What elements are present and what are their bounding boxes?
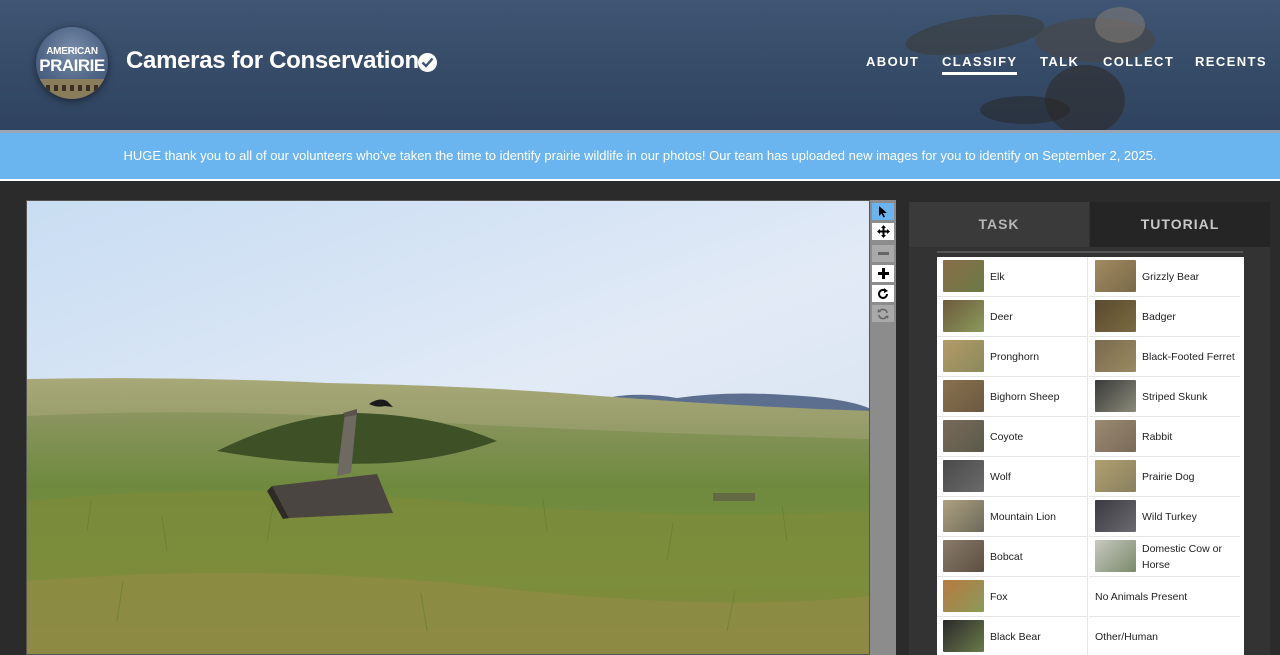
zoom-in-icon[interactable] (872, 265, 894, 282)
choice-black-footed-ferret[interactable]: Black-Footed Ferret (1089, 337, 1240, 377)
choice-striped-skunk[interactable]: Striped Skunk (1089, 377, 1240, 417)
choice-mountain-lion[interactable]: Mountain Lion (937, 497, 1088, 537)
choice-thumbnail (943, 500, 984, 532)
choice-thumbnail (1095, 420, 1136, 452)
choice-thumbnail (943, 380, 984, 412)
choice-thumbnail (1095, 300, 1136, 332)
choice-label: Mountain Lion (990, 511, 1056, 523)
choice-deer[interactable]: Deer (937, 297, 1088, 337)
choice-grizzly-bear[interactable]: Grizzly Bear (1089, 257, 1240, 297)
choice-other-human[interactable]: Other/Human (1089, 617, 1240, 655)
choice-thumbnail (1095, 460, 1136, 492)
site-logo[interactable]: AMERICAN PRAIRIE (36, 27, 108, 99)
choice-thumbnail (943, 340, 984, 372)
choice-thumbnail (1095, 260, 1136, 292)
choice-rabbit[interactable]: Rabbit (1089, 417, 1240, 457)
logo-bison-herd (46, 85, 98, 91)
tab-tutorial[interactable]: TUTORIAL (1090, 202, 1270, 247)
choice-thumbnail (943, 580, 984, 612)
nav-collect[interactable]: COLLECT (1103, 54, 1174, 69)
choice-domestic-cow-or-horse[interactable]: Domestic Cow or Horse (1089, 537, 1240, 577)
panel-divider (937, 251, 1243, 253)
choice-thumbnail (1095, 540, 1136, 572)
choice-label: Grizzly Bear (1142, 271, 1200, 283)
nav-classify[interactable]: CLASSIFY (942, 54, 1018, 75)
choice-black-bear[interactable]: Black Bear (937, 617, 1088, 655)
choice-coyote[interactable]: Coyote (937, 417, 1088, 457)
check-circle-icon (418, 53, 437, 72)
rotate-icon[interactable] (872, 285, 894, 302)
choice-thumbnail (943, 620, 984, 652)
choice-label: No Animals Present (1095, 591, 1188, 603)
species-choice-grid: Elk Grizzly Bear Deer Badger Pronghorn Black-… (937, 257, 1244, 655)
choice-badger[interactable]: Badger (1089, 297, 1240, 337)
choice-label: Badger (1142, 311, 1176, 323)
choice-elk[interactable]: Elk (937, 257, 1088, 297)
choice-fox[interactable]: Fox (937, 577, 1088, 617)
choice-label: Domestic Cow or Horse (1142, 543, 1222, 571)
tab-task[interactable]: TASK (909, 202, 1089, 247)
prairie-scene (27, 378, 869, 654)
choice-wild-turkey[interactable]: Wild Turkey (1089, 497, 1240, 537)
choice-thumbnail (943, 460, 984, 492)
announcement-border (0, 179, 1280, 181)
choice-label: Bobcat (990, 551, 1023, 563)
announcement-banner: HUGE thank you to all of our volunteers … (0, 133, 1280, 179)
choice-bobcat[interactable]: Bobcat (937, 537, 1088, 577)
choice-label: Black-Footed Ferret (1142, 351, 1235, 363)
choice-thumbnail (943, 420, 984, 452)
choice-label: Coyote (990, 431, 1024, 443)
zoom-out-icon[interactable] (872, 245, 894, 262)
logo-text-main: PRAIRIE (39, 56, 105, 75)
choice-wolf[interactable]: Wolf (937, 457, 1088, 497)
choice-no-animals-present[interactable]: No Animals Present (1089, 577, 1240, 617)
choice-thumbnail (1095, 340, 1136, 372)
choice-thumbnail (1095, 380, 1136, 412)
choice-prairie-dog[interactable]: Prairie Dog (1089, 457, 1240, 497)
choice-bighorn-sheep[interactable]: Bighorn Sheep (937, 377, 1088, 417)
choice-label: Bighorn Sheep (990, 391, 1060, 403)
choice-label: Other/Human (1095, 631, 1159, 643)
nav-recents[interactable]: RECENTS (1195, 54, 1267, 69)
choice-label: Prairie Dog (1142, 471, 1195, 483)
nav-talk[interactable]: TALK (1040, 54, 1079, 69)
choice-label: Elk (990, 271, 1005, 283)
choice-thumbnail (1095, 500, 1136, 532)
task-panel: TASK TUTORIAL Elk Grizzly Bear Deer Badger P… (909, 202, 1270, 655)
choice-label: Wolf (990, 471, 1011, 483)
choice-label: Black Bear (990, 631, 1041, 643)
choice-label: Pronghorn (990, 351, 1040, 363)
choice-thumbnail (943, 540, 984, 572)
subject-image[interactable] (26, 200, 870, 655)
viewer-toolbar (870, 200, 896, 655)
nav-about[interactable]: ABOUT (866, 54, 919, 69)
choice-label: Wild Turkey (1142, 511, 1197, 523)
project-title[interactable]: Cameras for Conservation (126, 47, 419, 75)
reset-icon[interactable] (872, 305, 894, 322)
choice-label: Deer (990, 311, 1013, 323)
choice-thumbnail (943, 260, 984, 292)
site-header: AMERICAN PRAIRIE Cameras for Conservatio… (0, 0, 1280, 130)
move-icon[interactable] (872, 223, 894, 240)
pointer-icon[interactable] (872, 203, 894, 220)
choice-thumbnail (943, 300, 984, 332)
choice-label: Rabbit (1142, 431, 1173, 443)
choice-label: Striped Skunk (1142, 391, 1208, 403)
choice-pronghorn[interactable]: Pronghorn (937, 337, 1088, 377)
choice-label: Fox (990, 591, 1008, 603)
